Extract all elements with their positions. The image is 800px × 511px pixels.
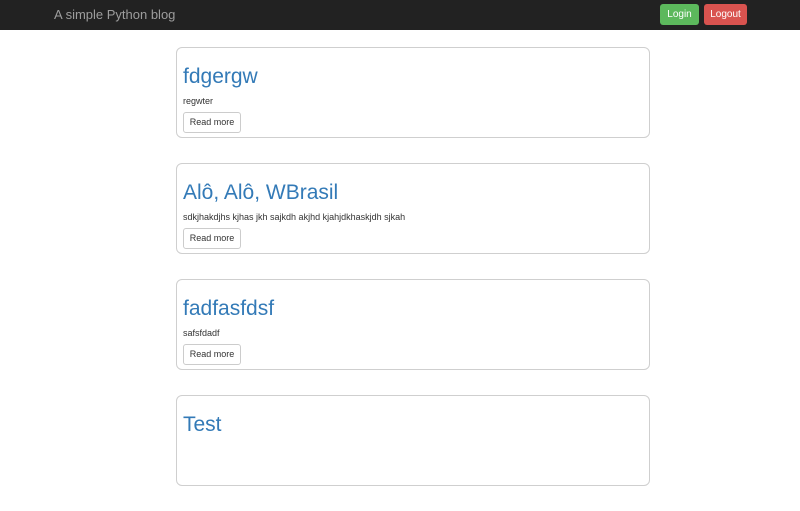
login-button[interactable]: Login (660, 4, 699, 25)
post-card: Alô, Alô, WBrasil sdkjhakdjhs kjhas jkh … (176, 163, 650, 254)
post-card: Test (176, 395, 650, 486)
post-card: fdgergw regwter Read more (176, 47, 650, 138)
logout-button[interactable]: Logout (704, 4, 747, 25)
post-excerpt: safsfdadf (183, 328, 220, 338)
read-more-button[interactable]: Read more (183, 112, 241, 133)
post-card: fadfasfdsf safsfdadf Read more (176, 279, 650, 370)
post-title-link[interactable]: Test (183, 413, 649, 437)
post-title-link[interactable]: fdgergw (183, 65, 649, 89)
brand-title[interactable]: A simple Python blog (54, 7, 175, 23)
top-navbar: A simple Python blog Login Logout (0, 0, 800, 30)
post-excerpt: regwter (183, 96, 214, 106)
read-more-button[interactable]: Read more (183, 344, 241, 365)
post-list: fdgergw regwter Read more Alô, Alô, WBra… (176, 47, 650, 511)
post-title-link[interactable]: fadfasfdsf (183, 297, 649, 321)
post-excerpt: sdkjhakdjhs kjhas jkh sajkdh akjhd kjahj… (183, 212, 406, 222)
read-more-button[interactable]: Read more (183, 228, 241, 249)
post-title-link[interactable]: Alô, Alô, WBrasil (183, 181, 649, 205)
